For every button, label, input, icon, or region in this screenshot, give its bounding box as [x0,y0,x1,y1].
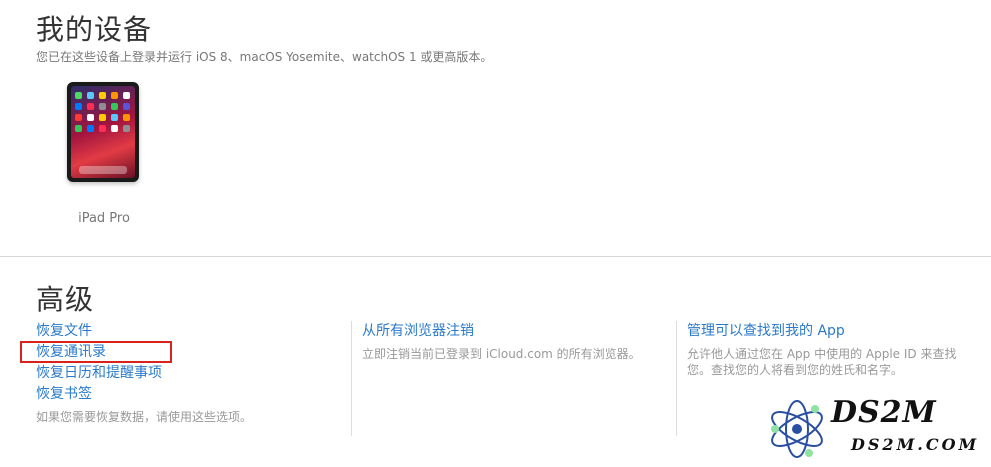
atom-icon [771,400,823,458]
restore-note: 如果您需要恢复数据，请使用这些选项。 [36,410,253,424]
advanced-title: 高级 [36,283,95,316]
restore-calendars-reminders-link[interactable]: 恢复日历和提醒事项 [36,363,336,384]
find-my-description: 允许他人通过您在 App 中使用的 Apple ID 来查找您。查找您的人将看到… [687,347,957,377]
column-divider [351,321,352,436]
watermark-logo: DS2M DS2M.COM [763,395,983,463]
devices-subtitle: 您已在这些设备上登录并运行 iOS 8、macOS Yosemite、watch… [36,50,493,64]
device-name: iPad Pro [78,211,130,226]
browsers-column: 从所有浏览器注销 立即注销当前已登录到 iCloud.com 的所有浏览器。 [362,321,662,362]
watermark-brand: DS2M [831,395,937,430]
column-divider [676,321,677,436]
sign-out-description: 立即注销当前已登录到 iCloud.com 的所有浏览器。 [362,347,641,361]
find-my-column: 管理可以查找到我的 App 允许他人通过您在 App 中使用的 Apple ID… [687,321,977,378]
devices-title: 我的设备 [36,13,153,46]
device-tile-ipad-pro[interactable] [63,82,143,182]
manage-find-my-apps-link[interactable]: 管理可以查找到我的 App [687,321,977,342]
restore-column: 恢复文件 恢复通讯录 恢复日历和提醒事项 恢复书签 如果您需要恢复数据，请使用这… [36,321,336,425]
restore-files-link[interactable]: 恢复文件 [36,321,336,342]
highlight-box [20,341,172,363]
watermark-url: DS2M.COM [851,435,980,454]
ipad-icon [67,82,139,182]
section-divider [0,256,991,257]
restore-bookmarks-link[interactable]: 恢复书签 [36,384,336,405]
sign-out-all-browsers-link[interactable]: 从所有浏览器注销 [362,321,662,342]
